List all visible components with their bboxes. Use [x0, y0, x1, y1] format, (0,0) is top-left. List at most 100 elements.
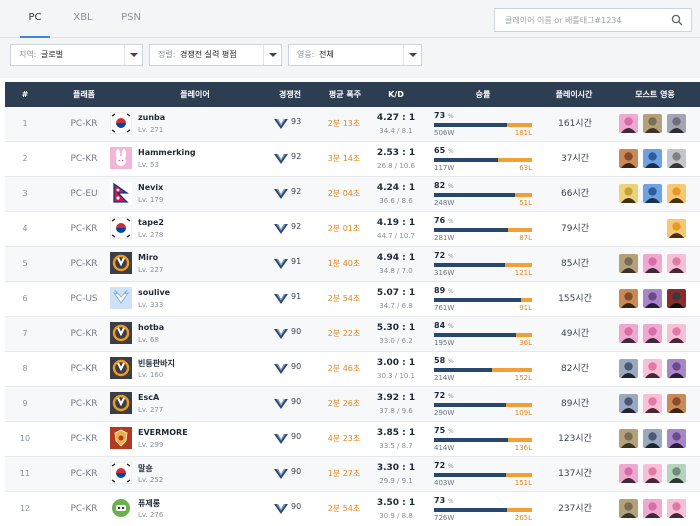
dva-icon[interactable]	[667, 254, 686, 273]
mccree-icon[interactable]	[619, 289, 638, 308]
losses-count: 121L	[514, 269, 532, 277]
roadhog-icon[interactable]	[619, 429, 638, 448]
widowmaker-icon[interactable]	[667, 429, 686, 448]
dva-icon[interactable]	[643, 464, 662, 483]
reinhardt-icon[interactable]	[667, 149, 686, 168]
genji-icon[interactable]	[667, 464, 686, 483]
player-level: Lv. 179	[138, 196, 164, 204]
platform-cell: PC-EU	[70, 189, 98, 199]
pharah-icon[interactable]	[643, 149, 662, 168]
wins-count: 214W	[434, 374, 455, 382]
zarya-icon[interactable]	[643, 254, 662, 273]
zarya-icon[interactable]	[643, 499, 662, 518]
dva-icon[interactable]	[667, 324, 686, 343]
overwatch-logo-icon	[110, 357, 132, 379]
kd-ratio: 4.19 : 1	[376, 218, 416, 228]
platform-cell: PC-KR	[70, 154, 98, 164]
winrate-percent: 72 %	[434, 251, 454, 260]
table-row[interactable]: 5 PC-KR Miro Lv. 227 91 1분 40초 4.94 : 1 34.8 / …	[5, 247, 700, 282]
roadhog-icon[interactable]	[643, 114, 662, 133]
zarya-icon[interactable]	[619, 114, 638, 133]
player-name-link[interactable]: hotba	[138, 323, 164, 332]
dva-icon[interactable]	[643, 359, 662, 378]
widowmaker-icon[interactable]	[667, 359, 686, 378]
mccree-icon[interactable]	[667, 394, 686, 413]
reaper-icon[interactable]	[667, 289, 686, 308]
winrate-bar	[434, 473, 532, 477]
table-row[interactable]: 7 PC-KR hotba Lv. 68 90 2분 22초 5.30 : 1 33.0 / …	[5, 317, 700, 352]
col-most-heroes[interactable]: 모스트 영웅	[617, 82, 693, 107]
tracer-icon[interactable]	[667, 184, 686, 203]
col-playtime[interactable]: 플레이시간	[541, 82, 607, 107]
soldier76-icon[interactable]	[619, 359, 638, 378]
table-row[interactable]: 6 PC-US soulive Lv. 333 91 2분 54초 5.07 : 1 34.7…	[5, 282, 700, 317]
mccree-icon[interactable]	[619, 149, 638, 168]
losses-count: 91L	[519, 304, 532, 312]
player-name-link[interactable]: Hammerking	[138, 148, 196, 157]
roadhog-icon[interactable]	[619, 499, 638, 518]
rank-tier-icon	[274, 153, 288, 164]
table-row[interactable]: 9 PC-KR EscA Lv. 277 90 2분 26초 3.92 : 1 37.8 / …	[5, 387, 700, 422]
col-winrate[interactable]: 승률	[455, 82, 511, 107]
table-row[interactable]: 12 PC-KR 퓨제롱 Lv. 276 90 2분 54초 3.50 : 1 30.9 / …	[5, 492, 700, 526]
player-name-link[interactable]: 말숑	[138, 463, 153, 474]
player-name-link[interactable]: 빈둥판바지	[138, 358, 175, 369]
table-row[interactable]: 4 PC-KR tape2 Lv. 278 92 2분 01초 4.19 : 1 44.7 /…	[5, 212, 700, 247]
platform-cell: PC-KR	[70, 399, 98, 409]
soldier76-icon[interactable]	[619, 394, 638, 413]
player-name-link[interactable]: Nevix	[138, 183, 163, 192]
zarya-icon[interactable]	[619, 324, 638, 343]
zenyatta-icon[interactable]	[619, 184, 638, 203]
kd-detail: 44.7 / 10.7	[377, 232, 415, 240]
player-name-link[interactable]: 퓨제롱	[138, 498, 160, 509]
dva-icon[interactable]	[643, 394, 662, 413]
col-kd[interactable]: K/D	[371, 82, 421, 107]
leaderboard-header: # 플래폼 플레이어 경쟁전 평균 폭주 K/D 승률 플레이시간 모스트 영웅	[5, 82, 700, 107]
table-row[interactable]: 11 PC-KR 말숑 Lv. 252 90 1분 27초 3.30 : 1 29.9 / 9…	[5, 457, 700, 492]
kd-ratio: 4.27 : 1	[376, 113, 416, 123]
player-level: Lv. 68	[138, 336, 159, 344]
tab-pc[interactable]: PC	[20, 0, 50, 39]
tracer-icon[interactable]	[667, 219, 686, 238]
search-icon[interactable]	[671, 14, 683, 26]
col-avg-fire[interactable]: 평균 폭주	[317, 82, 373, 107]
roadhog-icon[interactable]	[619, 254, 638, 273]
widowmaker-icon[interactable]	[643, 289, 662, 308]
table-row[interactable]: 2 PC-KR Hammerking Lv. 53 92 3분 14초 2.53 : 1 26…	[5, 142, 700, 177]
table-row[interactable]: 1 PC-KR zunba Lv. 271 93 2분 13초 4.27 : 1 34.4 /…	[5, 107, 700, 142]
player-name-link[interactable]: soulive	[138, 288, 170, 297]
player-name-link[interactable]: Miro	[138, 253, 158, 262]
region-select[interactable]: 지역: 글로벌	[10, 44, 143, 66]
table-row[interactable]: 10 PC-KR EVERMORE Lv. 299 90 4분 23초 3.85 : 1 33…	[5, 422, 700, 457]
zarya-icon[interactable]	[643, 324, 662, 343]
mercy-wings-icon	[110, 287, 132, 309]
tab-xbl[interactable]: XBL	[68, 0, 98, 38]
player-name-link[interactable]: EscA	[138, 393, 159, 402]
player-name-link[interactable]: zunba	[138, 113, 165, 122]
table-row[interactable]: 3 PC-EU Nevix Lv. 179 92 2분 04초 4.24 : 1 36.6 /…	[5, 177, 700, 212]
player-name-link[interactable]: tape2	[138, 218, 164, 227]
sort-select[interactable]: 정렬: 경쟁전 실력 평점	[149, 44, 282, 66]
player-search-box	[494, 8, 692, 32]
dva-icon[interactable]	[667, 499, 686, 518]
col-competitive[interactable]: 경쟁전	[265, 82, 315, 107]
search-input[interactable]	[495, 9, 665, 31]
zarya-icon[interactable]	[619, 464, 638, 483]
chevron-down-icon	[403, 45, 421, 65]
col-player[interactable]: 플레이어	[155, 82, 235, 107]
soldier76-icon[interactable]	[643, 429, 662, 448]
overwatch-logo-icon	[110, 392, 132, 414]
kd-ratio: 3.92 : 1	[376, 393, 416, 403]
avg-on-fire: 2분 13초	[327, 119, 361, 128]
table-row[interactable]: 8 PC-KR 빈둥판바지 Lv. 160 90 2분 46초 3.00 : 1 30.3 /…	[5, 352, 700, 387]
col-rank[interactable]: #	[13, 82, 37, 107]
dva-bunny-icon	[110, 147, 132, 169]
pharah-icon[interactable]	[643, 184, 662, 203]
rank-tier-icon	[274, 328, 288, 339]
hero-select[interactable]: 영웅: 전체	[288, 44, 422, 66]
col-platform[interactable]: 플래폼	[59, 82, 109, 107]
player-name-link[interactable]: EVERMORE	[138, 428, 188, 437]
tab-psn[interactable]: PSN	[116, 0, 146, 38]
winston-icon[interactable]	[667, 114, 686, 133]
winrate-unit: %	[447, 253, 454, 260]
